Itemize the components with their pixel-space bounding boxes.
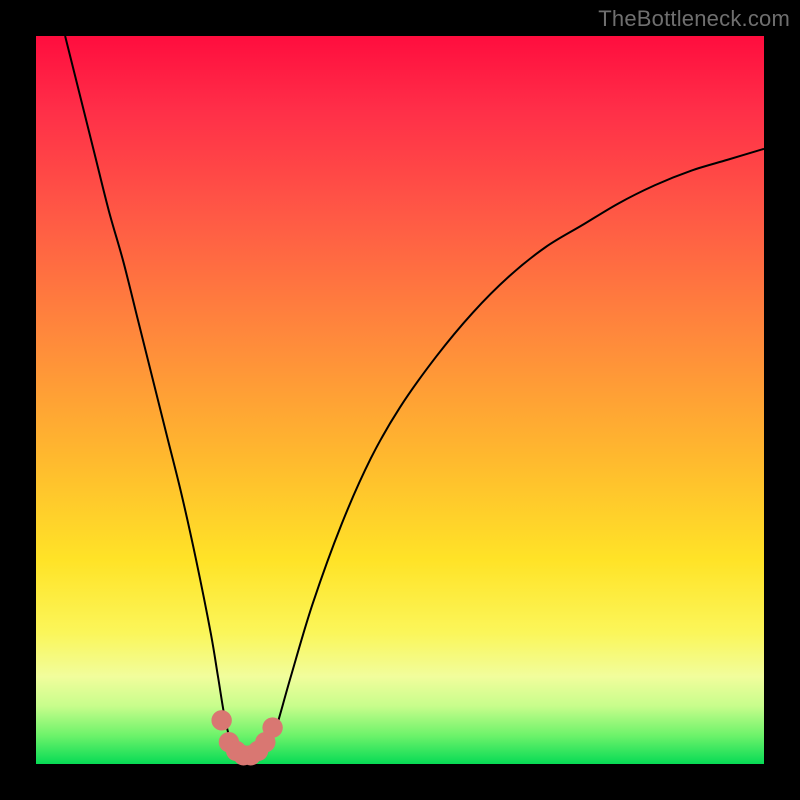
marker-dot xyxy=(211,710,231,730)
watermark-text: TheBottleneck.com xyxy=(598,6,790,32)
bottleneck-curve xyxy=(65,36,764,757)
curve-svg xyxy=(36,36,764,764)
chart-container: TheBottleneck.com xyxy=(0,0,800,800)
plot-area xyxy=(36,36,764,764)
marker-group xyxy=(211,710,282,765)
marker-dot xyxy=(262,717,282,737)
